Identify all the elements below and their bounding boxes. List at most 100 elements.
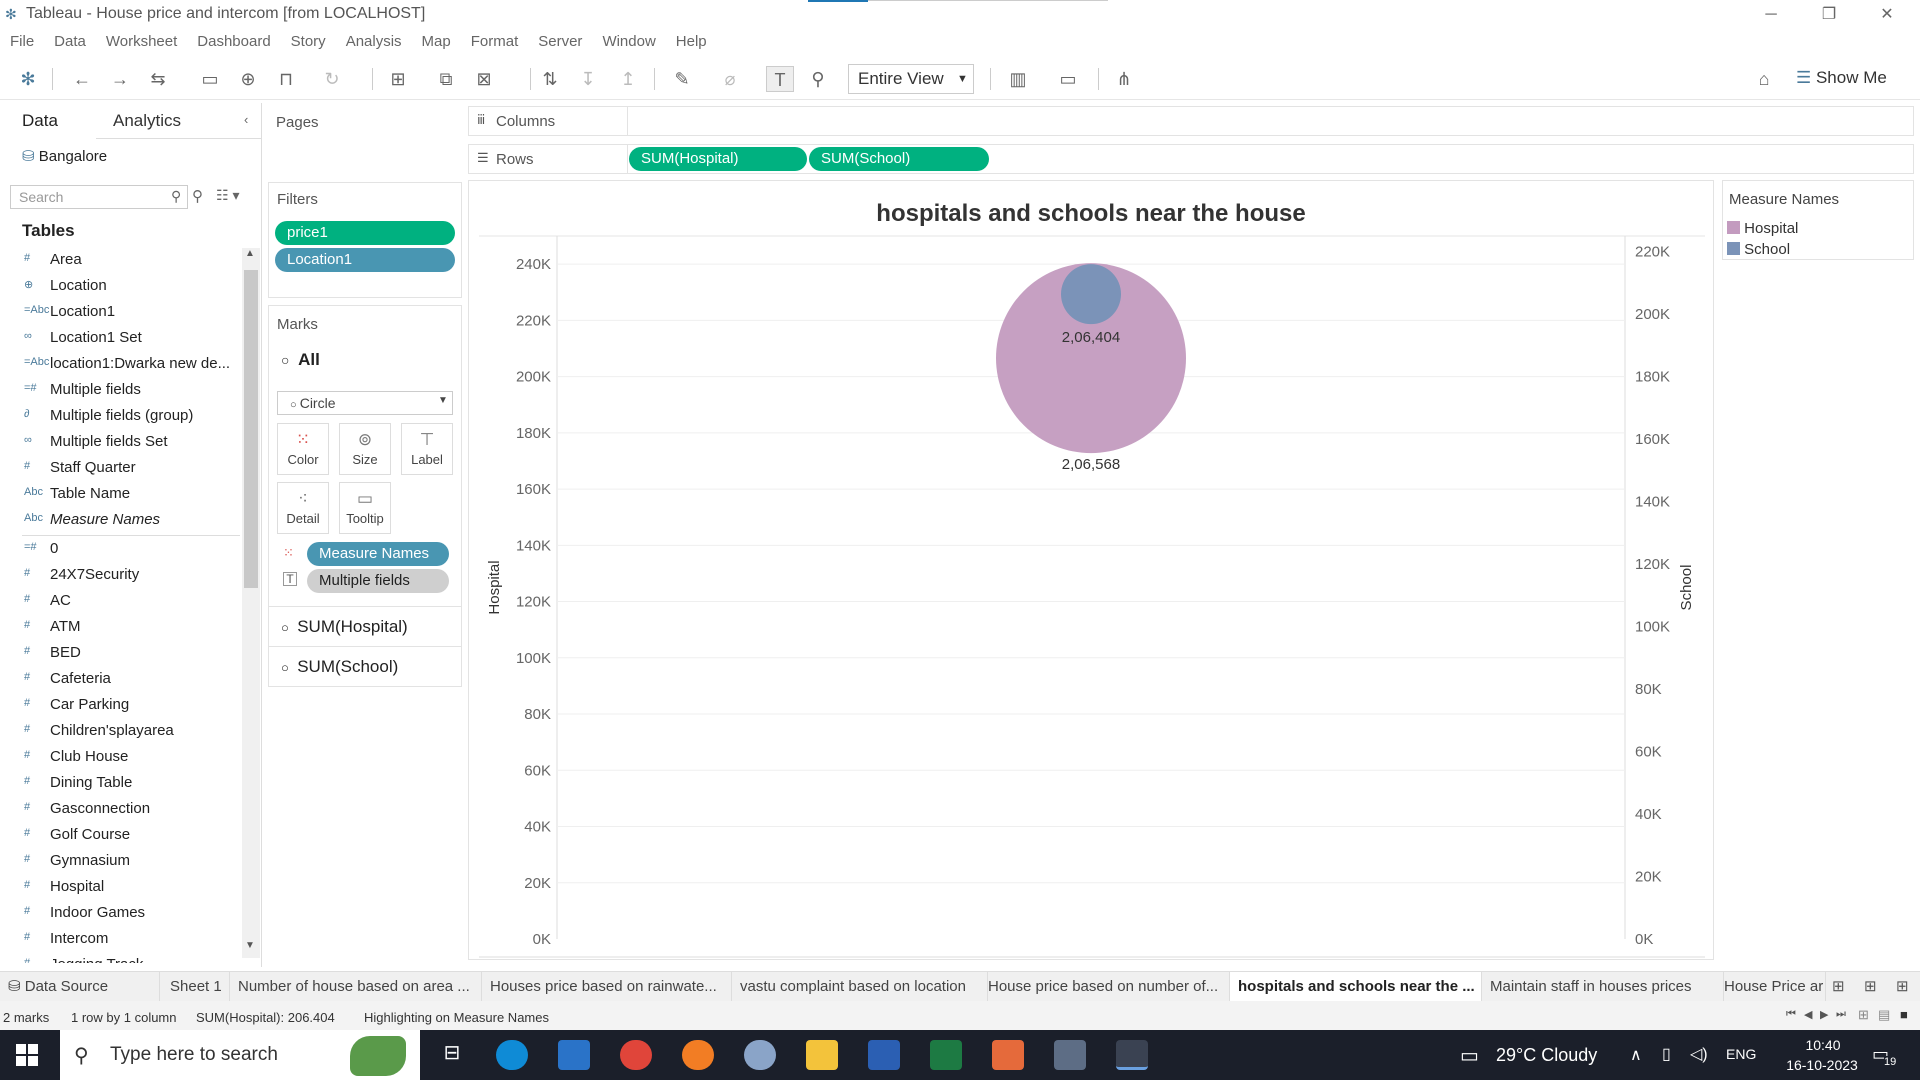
tab-maintain-staff[interactable]: Maintain staff in houses prices: [1482, 972, 1724, 1002]
mark-pill-multiple-fields[interactable]: Multiple fields: [307, 569, 449, 593]
menu-story[interactable]: Story: [281, 30, 336, 50]
word-icon[interactable]: [868, 1040, 900, 1070]
menu-help[interactable]: Help: [666, 30, 717, 50]
tab-house-price-ar[interactable]: House Price ar: [1716, 972, 1826, 1002]
tab-data-source[interactable]: ⛁ Data Source: [0, 972, 160, 1002]
tableau-home-icon[interactable]: ✻: [14, 66, 42, 92]
pause-updates-icon[interactable]: ⊓: [272, 66, 300, 92]
legend-item-school[interactable]: School: [1727, 241, 1790, 258]
undo-icon[interactable]: ←: [68, 66, 96, 92]
close-icon[interactable]: ✕: [1864, 0, 1910, 30]
field-item[interactable]: # AC: [0, 589, 240, 615]
field-item[interactable]: =Abc location1:Dwarka new de...: [0, 352, 240, 378]
new-worksheet-icon[interactable]: ⊞: [384, 66, 412, 92]
tab-vastu-complaint[interactable]: vastu complaint based on location: [732, 972, 988, 1002]
powerpoint-icon[interactable]: [992, 1040, 1024, 1070]
mark-type-dropdown[interactable]: ○ Circle ▼: [277, 391, 453, 415]
show-labels-icon[interactable]: T: [766, 66, 794, 92]
datasource-row[interactable]: ⛁ Bangalore: [22, 147, 107, 165]
file-explorer-icon[interactable]: [806, 1040, 838, 1070]
rows-shelf[interactable]: ☰ Rows SUM(Hospital) SUM(School): [468, 144, 1914, 174]
field-item[interactable]: # Dining Table: [0, 771, 240, 797]
last-sheet-icon[interactable]: ⏭: [1836, 1008, 1846, 1021]
show-me-button[interactable]: ☰ Show Me: [1796, 68, 1887, 88]
field-item[interactable]: # Cafeteria: [0, 667, 240, 693]
scroll-up-icon[interactable]: ▲: [245, 248, 255, 259]
save-icon[interactable]: ▭: [196, 66, 224, 92]
menu-server[interactable]: Server: [528, 30, 592, 50]
firefox-icon[interactable]: [682, 1040, 714, 1070]
collapse-pane-icon[interactable]: ‹: [244, 112, 248, 127]
refresh-icon[interactable]: ↻: [318, 66, 346, 92]
label-button[interactable]: ⊤ Label: [401, 423, 453, 475]
marks-card-school[interactable]: ○ SUM(School): [269, 646, 461, 686]
tab-houses-price-rainwater[interactable]: Houses price based on rainwate...: [482, 972, 732, 1002]
field-item[interactable]: ∞ Location1 Set: [0, 326, 240, 352]
replay-icon[interactable]: ⇆: [144, 66, 172, 92]
scroll-down-icon[interactable]: ▼: [245, 940, 255, 951]
row-pill-school[interactable]: SUM(School): [809, 147, 989, 171]
tab-hospitals-schools[interactable]: hospitals and schools near the ...: [1230, 972, 1482, 1002]
mail-icon[interactable]: [558, 1040, 590, 1070]
field-item[interactable]: ∂ Multiple fields (group): [0, 404, 240, 430]
presentation-mode-icon[interactable]: ▭: [1054, 66, 1082, 92]
tabs-view-icon[interactable]: ■: [1900, 1007, 1908, 1022]
detail-button[interactable]: ⁖ Detail: [277, 482, 329, 534]
minimize-icon[interactable]: ─: [1748, 0, 1794, 30]
field-item[interactable]: Abc Measure Names: [0, 508, 240, 534]
field-item[interactable]: # ATM: [0, 615, 240, 641]
tab-house-price-number[interactable]: House price based on number of...: [980, 972, 1230, 1002]
clear-sheet-icon[interactable]: ⊠: [470, 66, 498, 92]
filter-fields-icon[interactable]: ⚲: [192, 187, 203, 205]
field-item[interactable]: # Club House: [0, 745, 240, 771]
legend-item-hospital[interactable]: Hospital: [1727, 220, 1798, 237]
swap-axes-icon[interactable]: ⇅: [536, 66, 564, 92]
field-item[interactable]: ⊕ Location: [0, 274, 240, 300]
taskbar-search-box[interactable]: ⚲ Type here to search: [60, 1030, 420, 1080]
volume-icon[interactable]: ◁): [1690, 1044, 1708, 1064]
fit-dropdown[interactable]: Entire View ▼: [848, 64, 974, 94]
menu-window[interactable]: Window: [592, 30, 665, 50]
new-story-tab-icon[interactable]: ⊞: [1896, 977, 1909, 995]
weather-icon[interactable]: ▭: [1460, 1043, 1479, 1068]
language-indicator[interactable]: ENG: [1726, 1046, 1756, 1062]
sheet-sorter-icon[interactable]: ⊞: [1858, 1007, 1869, 1023]
color-button[interactable]: ⁙ Color: [277, 423, 329, 475]
clock-date[interactable]: 16-10-2023: [1772, 1057, 1872, 1073]
view-options-icon[interactable]: ☷ ▾: [216, 187, 239, 204]
first-sheet-icon[interactable]: ⏮: [1786, 1008, 1796, 1021]
columns-shelf[interactable]: ⅲ Columns: [468, 106, 1914, 136]
row-pill-hospital[interactable]: SUM(Hospital): [629, 147, 807, 171]
field-item[interactable]: #24X7Security: [0, 563, 240, 589]
field-item[interactable]: =# Multiple fields: [0, 378, 240, 404]
show-cards-icon[interactable]: ▥: [1004, 66, 1032, 92]
filter-pill-location1[interactable]: Location1: [275, 248, 455, 272]
marks-card-hospital[interactable]: ○ SUM(Hospital): [269, 606, 461, 646]
field-item[interactable]: # Jogging Track: [0, 953, 240, 963]
chrome-icon[interactable]: [620, 1040, 652, 1070]
tooltip-button[interactable]: ▭ Tooltip: [339, 482, 391, 534]
field-item[interactable]: # Area: [0, 248, 240, 274]
new-dashboard-tab-icon[interactable]: ⊞: [1864, 977, 1877, 995]
fix-axes-icon[interactable]: ⚲: [804, 66, 832, 92]
search-input[interactable]: Search ⚲: [10, 185, 188, 209]
field-item[interactable]: # Gymnasium: [0, 849, 240, 875]
task-view-icon[interactable]: ⊟: [436, 1040, 468, 1070]
field-item[interactable]: Abc Table Name: [0, 482, 240, 508]
menu-dashboard[interactable]: Dashboard: [187, 30, 280, 50]
weather-text[interactable]: 29°C Cloudy: [1496, 1045, 1597, 1066]
restore-icon[interactable]: ❐: [1806, 0, 1852, 30]
new-datasource-icon[interactable]: ⊕: [234, 66, 262, 92]
menu-analysis[interactable]: Analysis: [336, 30, 412, 50]
next-sheet-icon[interactable]: ▶: [1820, 1008, 1828, 1021]
menu-worksheet[interactable]: Worksheet: [96, 30, 187, 50]
clock-time[interactable]: 10:40: [1788, 1037, 1858, 1053]
field-item[interactable]: # Gasconnection: [0, 797, 240, 823]
tab-number-of-house[interactable]: Number of house based on area ...: [230, 972, 482, 1002]
group-icon[interactable]: ⌀: [716, 66, 744, 92]
field-item[interactable]: # Hospital: [0, 875, 240, 901]
menu-data[interactable]: Data: [44, 30, 96, 50]
field-item[interactable]: ∞ Multiple fields Set: [0, 430, 240, 456]
tab-data[interactable]: Data: [22, 111, 58, 131]
tableau-active-icon[interactable]: [1116, 1040, 1148, 1070]
